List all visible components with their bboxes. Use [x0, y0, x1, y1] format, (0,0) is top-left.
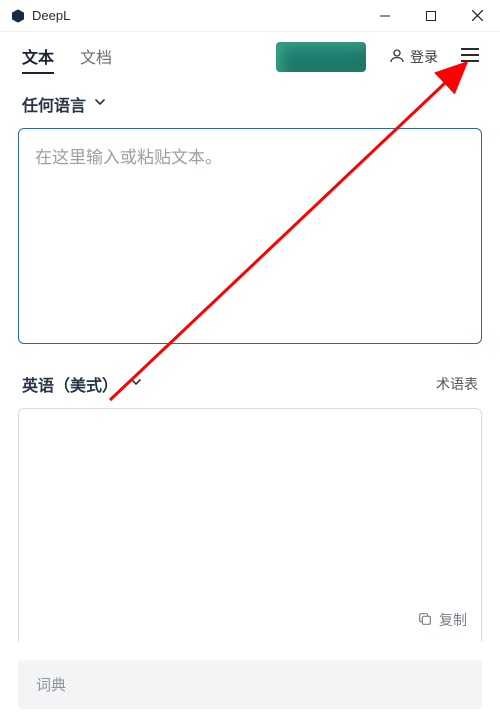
app-title: DeepL: [32, 8, 362, 23]
mode-tabs: 文本 文档: [22, 40, 112, 74]
copy-button[interactable]: 复制: [417, 610, 467, 630]
chevron-down-icon: [128, 374, 144, 395]
tab-text[interactable]: 文本: [22, 40, 54, 74]
window-controls: [362, 0, 500, 32]
target-language-selector[interactable]: 英语（美式）: [22, 372, 144, 396]
source-language-selector[interactable]: 任何语言: [0, 82, 500, 122]
source-text-input[interactable]: 在这里输入或粘贴文本。: [18, 128, 482, 344]
window-titlebar: DeepL: [0, 0, 500, 32]
user-icon: [388, 47, 406, 68]
promo-badge[interactable]: [276, 42, 366, 72]
source-language-label: 任何语言: [22, 92, 86, 116]
top-bar: 文本 文档 登录: [0, 32, 500, 82]
glossary-button[interactable]: 术语表: [436, 374, 478, 394]
hamburger-icon: [460, 47, 480, 68]
dictionary-label: 词典: [36, 677, 66, 694]
window-minimize-button[interactable]: [362, 0, 408, 32]
chevron-down-icon: [92, 94, 108, 115]
login-button[interactable]: 登录: [388, 47, 438, 68]
tab-document[interactable]: 文档: [80, 40, 112, 74]
window-maximize-button[interactable]: [408, 0, 454, 32]
window-close-button[interactable]: [454, 0, 500, 32]
target-text-output: 复制: [18, 408, 482, 642]
dictionary-section[interactable]: 词典: [18, 660, 482, 709]
target-language-row: 英语（美式） 术语表: [0, 344, 500, 404]
login-label: 登录: [410, 47, 438, 67]
source-placeholder: 在这里输入或粘贴文本。: [35, 148, 222, 167]
app-logo-icon: [10, 8, 26, 24]
target-language-label: 英语（美式）: [22, 372, 118, 396]
copy-icon: [417, 611, 433, 630]
copy-label: 复制: [439, 610, 467, 630]
menu-button[interactable]: [456, 43, 484, 71]
